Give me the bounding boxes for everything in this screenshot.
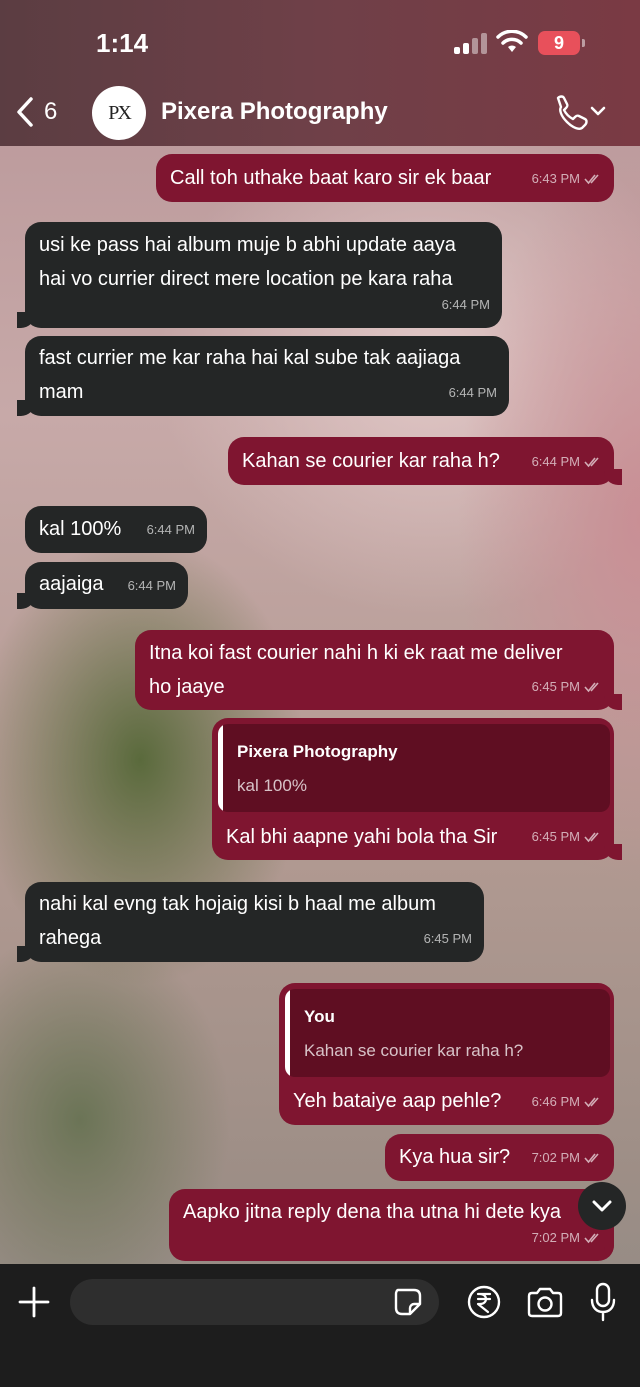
message-meta: 6:45 PM <box>424 922 472 956</box>
attach-button[interactable] <box>16 1284 52 1320</box>
message-bubble[interactable]: Aapko jitna reply dena tha utna hi dete … <box>169 1189 614 1261</box>
camera-button[interactable] <box>525 1284 565 1320</box>
message-bubble[interactable]: fast currier me kar raha hai kal sube ta… <box>17 336 509 416</box>
message-bubble[interactable]: Kahan se courier kar raha h? 6:44 PM <box>228 437 622 485</box>
quoted-message[interactable]: You Kahan se courier kar raha h? <box>285 989 610 1077</box>
message-time: 6:46 PM <box>531 1094 580 1109</box>
message-text: kal 100% <box>39 518 122 540</box>
message-time: 7:02 PM <box>531 1230 580 1245</box>
message-input[interactable] <box>70 1279 439 1325</box>
message-time: 6:45 PM <box>531 829 580 844</box>
message-time: 6:44 PM <box>448 385 497 400</box>
message-bubble[interactable]: Kya hua sir? 7:02 PM <box>385 1134 614 1181</box>
camera-icon <box>527 1287 563 1318</box>
reply-message-bubble[interactable]: You Kahan se courier kar raha h? Yeh bat… <box>279 983 614 1125</box>
status-time: 1:14 <box>96 28 149 58</box>
message-time: 6:44 PM <box>441 297 490 312</box>
quote-bar <box>285 989 290 1077</box>
chat-header: 1:14 9 6 PX Pixera Photography <box>0 0 640 146</box>
quoted-text: Kahan se courier kar raha h? <box>304 1041 524 1060</box>
message-meta: 6:44 PM <box>532 445 602 479</box>
sticker-icon <box>394 1288 422 1316</box>
read-ticks-icon <box>584 1153 599 1164</box>
quote-bar <box>218 724 223 812</box>
message-meta: 6:44 PM <box>449 376 497 410</box>
phone-icon <box>556 95 588 130</box>
read-ticks-icon <box>584 682 599 693</box>
message-time: 6:45 PM <box>531 679 580 694</box>
message-meta: 6:45 PM <box>532 820 602 854</box>
plus-icon <box>18 1286 50 1318</box>
message-text: Itna koi fast courier nahi h ki ek raat … <box>149 642 563 698</box>
message-bubble[interactable]: kal 100% 6:44 PM <box>25 506 207 553</box>
message-bubble[interactable]: Itna koi fast courier nahi h ki ek raat … <box>135 630 622 710</box>
message-bubble[interactable]: usi ke pass hai album muje b abhi update… <box>17 222 502 328</box>
avatar-logo: PX <box>108 101 132 124</box>
unread-count: 6 <box>44 98 58 125</box>
message-text: fast currier me kar raha hai kal sube ta… <box>39 347 461 403</box>
compose-bar <box>0 1264 640 1387</box>
microphone-button[interactable] <box>588 1282 618 1322</box>
chevron-left-icon <box>17 97 33 127</box>
message-meta: 6:44 PM <box>442 288 490 322</box>
message-time: 6:44 PM <box>127 578 176 593</box>
message-time: 6:44 PM <box>531 454 580 469</box>
message-text: nahi kal evng tak hojaig kisi b haal me … <box>39 893 436 949</box>
read-ticks-icon <box>584 1097 599 1108</box>
sticker-button[interactable] <box>392 1286 424 1318</box>
read-ticks-icon <box>584 457 599 468</box>
read-ticks-icon <box>584 832 599 843</box>
battery-indicator: 9 <box>538 31 585 55</box>
read-ticks-icon <box>584 174 599 185</box>
chevron-down-icon <box>592 1200 612 1212</box>
message-time: 6:45 PM <box>423 931 472 946</box>
quoted-author: You <box>304 1007 335 1026</box>
scroll-to-bottom-button[interactable] <box>578 1182 626 1230</box>
message-text: Kya hua sir? <box>399 1146 511 1168</box>
wifi-icon <box>496 30 528 52</box>
message-meta: 6:46 PM <box>532 1085 602 1119</box>
cellular-signal-icon <box>454 32 488 54</box>
message-bubble[interactable]: Call toh uthake baat karo sir ek baar 6:… <box>156 154 614 202</box>
read-ticks-icon <box>584 1233 599 1244</box>
message-text: aajaiga <box>39 573 104 595</box>
message-text: usi ke pass hai album muje b abhi update… <box>39 234 456 290</box>
message-time: 6:43 PM <box>531 171 580 186</box>
reply-message-bubble[interactable]: Pixera Photography kal 100% Kal bhi aapn… <box>212 718 622 860</box>
avatar[interactable]: PX <box>92 86 146 140</box>
message-bubble[interactable]: aajaiga 6:44 PM <box>17 562 188 609</box>
back-button[interactable]: 6 <box>16 94 76 130</box>
message-list[interactable]: Call toh uthake baat karo sir ek baar 6:… <box>0 146 640 1264</box>
message-text: Kahan se courier kar raha h? <box>242 450 500 472</box>
message-meta: 6:44 PM <box>147 513 195 547</box>
contact-name[interactable]: Pixera Photography <box>161 98 388 126</box>
message-time: 6:44 PM <box>146 522 195 537</box>
message-text: Call toh uthake baat karo sir ek baar <box>170 167 492 189</box>
message-meta: 7:02 PM <box>532 1141 602 1175</box>
payment-button[interactable] <box>466 1284 502 1320</box>
quoted-message[interactable]: Pixera Photography kal 100% <box>218 724 610 812</box>
message-text: Aapko jitna reply dena tha utna hi dete … <box>183 1201 562 1223</box>
microphone-icon <box>595 1282 611 1308</box>
message-meta: 6:45 PM <box>532 670 602 704</box>
message-meta: 6:43 PM <box>532 162 602 196</box>
message-meta: 6:44 PM <box>128 569 176 603</box>
message-bubble[interactable]: nahi kal evng tak hojaig kisi b haal me … <box>17 882 484 962</box>
chevron-down-icon <box>590 106 606 116</box>
quoted-author: Pixera Photography <box>237 742 398 761</box>
quoted-text: kal 100% <box>237 776 307 795</box>
call-button[interactable] <box>552 94 610 130</box>
message-text: Yeh bataiye aap pehle? <box>293 1090 502 1112</box>
message-text: Kal bhi aapne yahi bola tha Sir <box>226 826 498 848</box>
message-time: 7:02 PM <box>531 1150 580 1165</box>
